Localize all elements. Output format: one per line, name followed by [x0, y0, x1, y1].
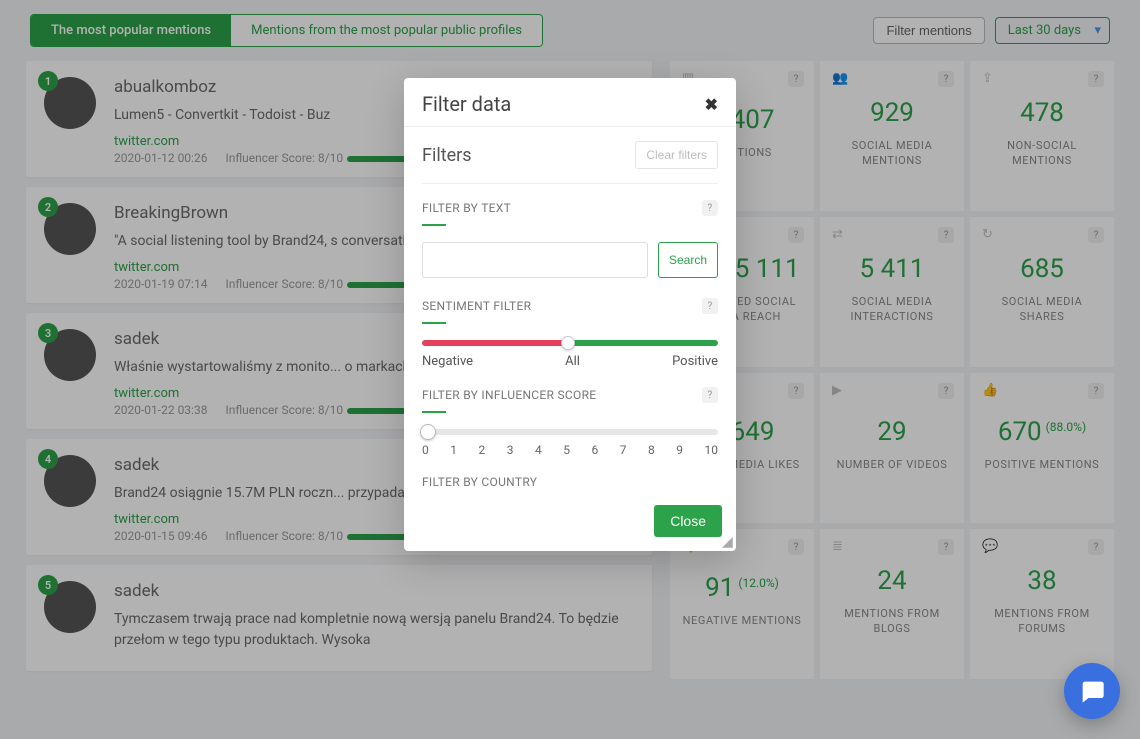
sentiment-positive-label: Positive [672, 354, 718, 369]
help-icon[interactable]: ? [702, 200, 718, 216]
filter-by-country-label: FILTER BY COUNTRY [422, 475, 537, 489]
slider-thumb[interactable] [561, 336, 575, 350]
chat-widget-button[interactable] [1064, 663, 1120, 719]
sentiment-negative-label: Negative [422, 354, 473, 369]
resize-grip-icon[interactable]: ◢ [722, 537, 734, 549]
filter-by-text-label: FILTER BY TEXT [422, 201, 511, 215]
filter-text-input[interactable] [422, 242, 648, 278]
chat-bubble-icon [1078, 677, 1106, 705]
search-button[interactable]: Search [658, 242, 718, 278]
modal-title: Filter data [422, 92, 511, 116]
modal-overlay: Filter data ✖ Filters Clear filters FILT… [0, 0, 1140, 739]
influencer-slider[interactable] [422, 429, 718, 435]
influencer-ticks: 012345678910 [422, 443, 718, 457]
help-icon[interactable]: ? [702, 387, 718, 403]
sentiment-slider[interactable] [422, 340, 718, 346]
filter-modal: Filter data ✖ Filters Clear filters FILT… [404, 78, 736, 551]
slider-thumb[interactable] [420, 424, 436, 440]
close-icon[interactable]: ✖ [705, 95, 718, 114]
help-icon[interactable]: ? [702, 298, 718, 314]
sentiment-all-label: All [565, 354, 580, 369]
influencer-score-label: FILTER BY INFLUENCER SCORE [422, 388, 596, 402]
clear-filters-button[interactable]: Clear filters [635, 141, 718, 169]
filters-heading: Filters [422, 145, 472, 166]
sentiment-filter-label: SENTIMENT FILTER [422, 299, 531, 313]
close-button[interactable]: Close [654, 505, 722, 537]
